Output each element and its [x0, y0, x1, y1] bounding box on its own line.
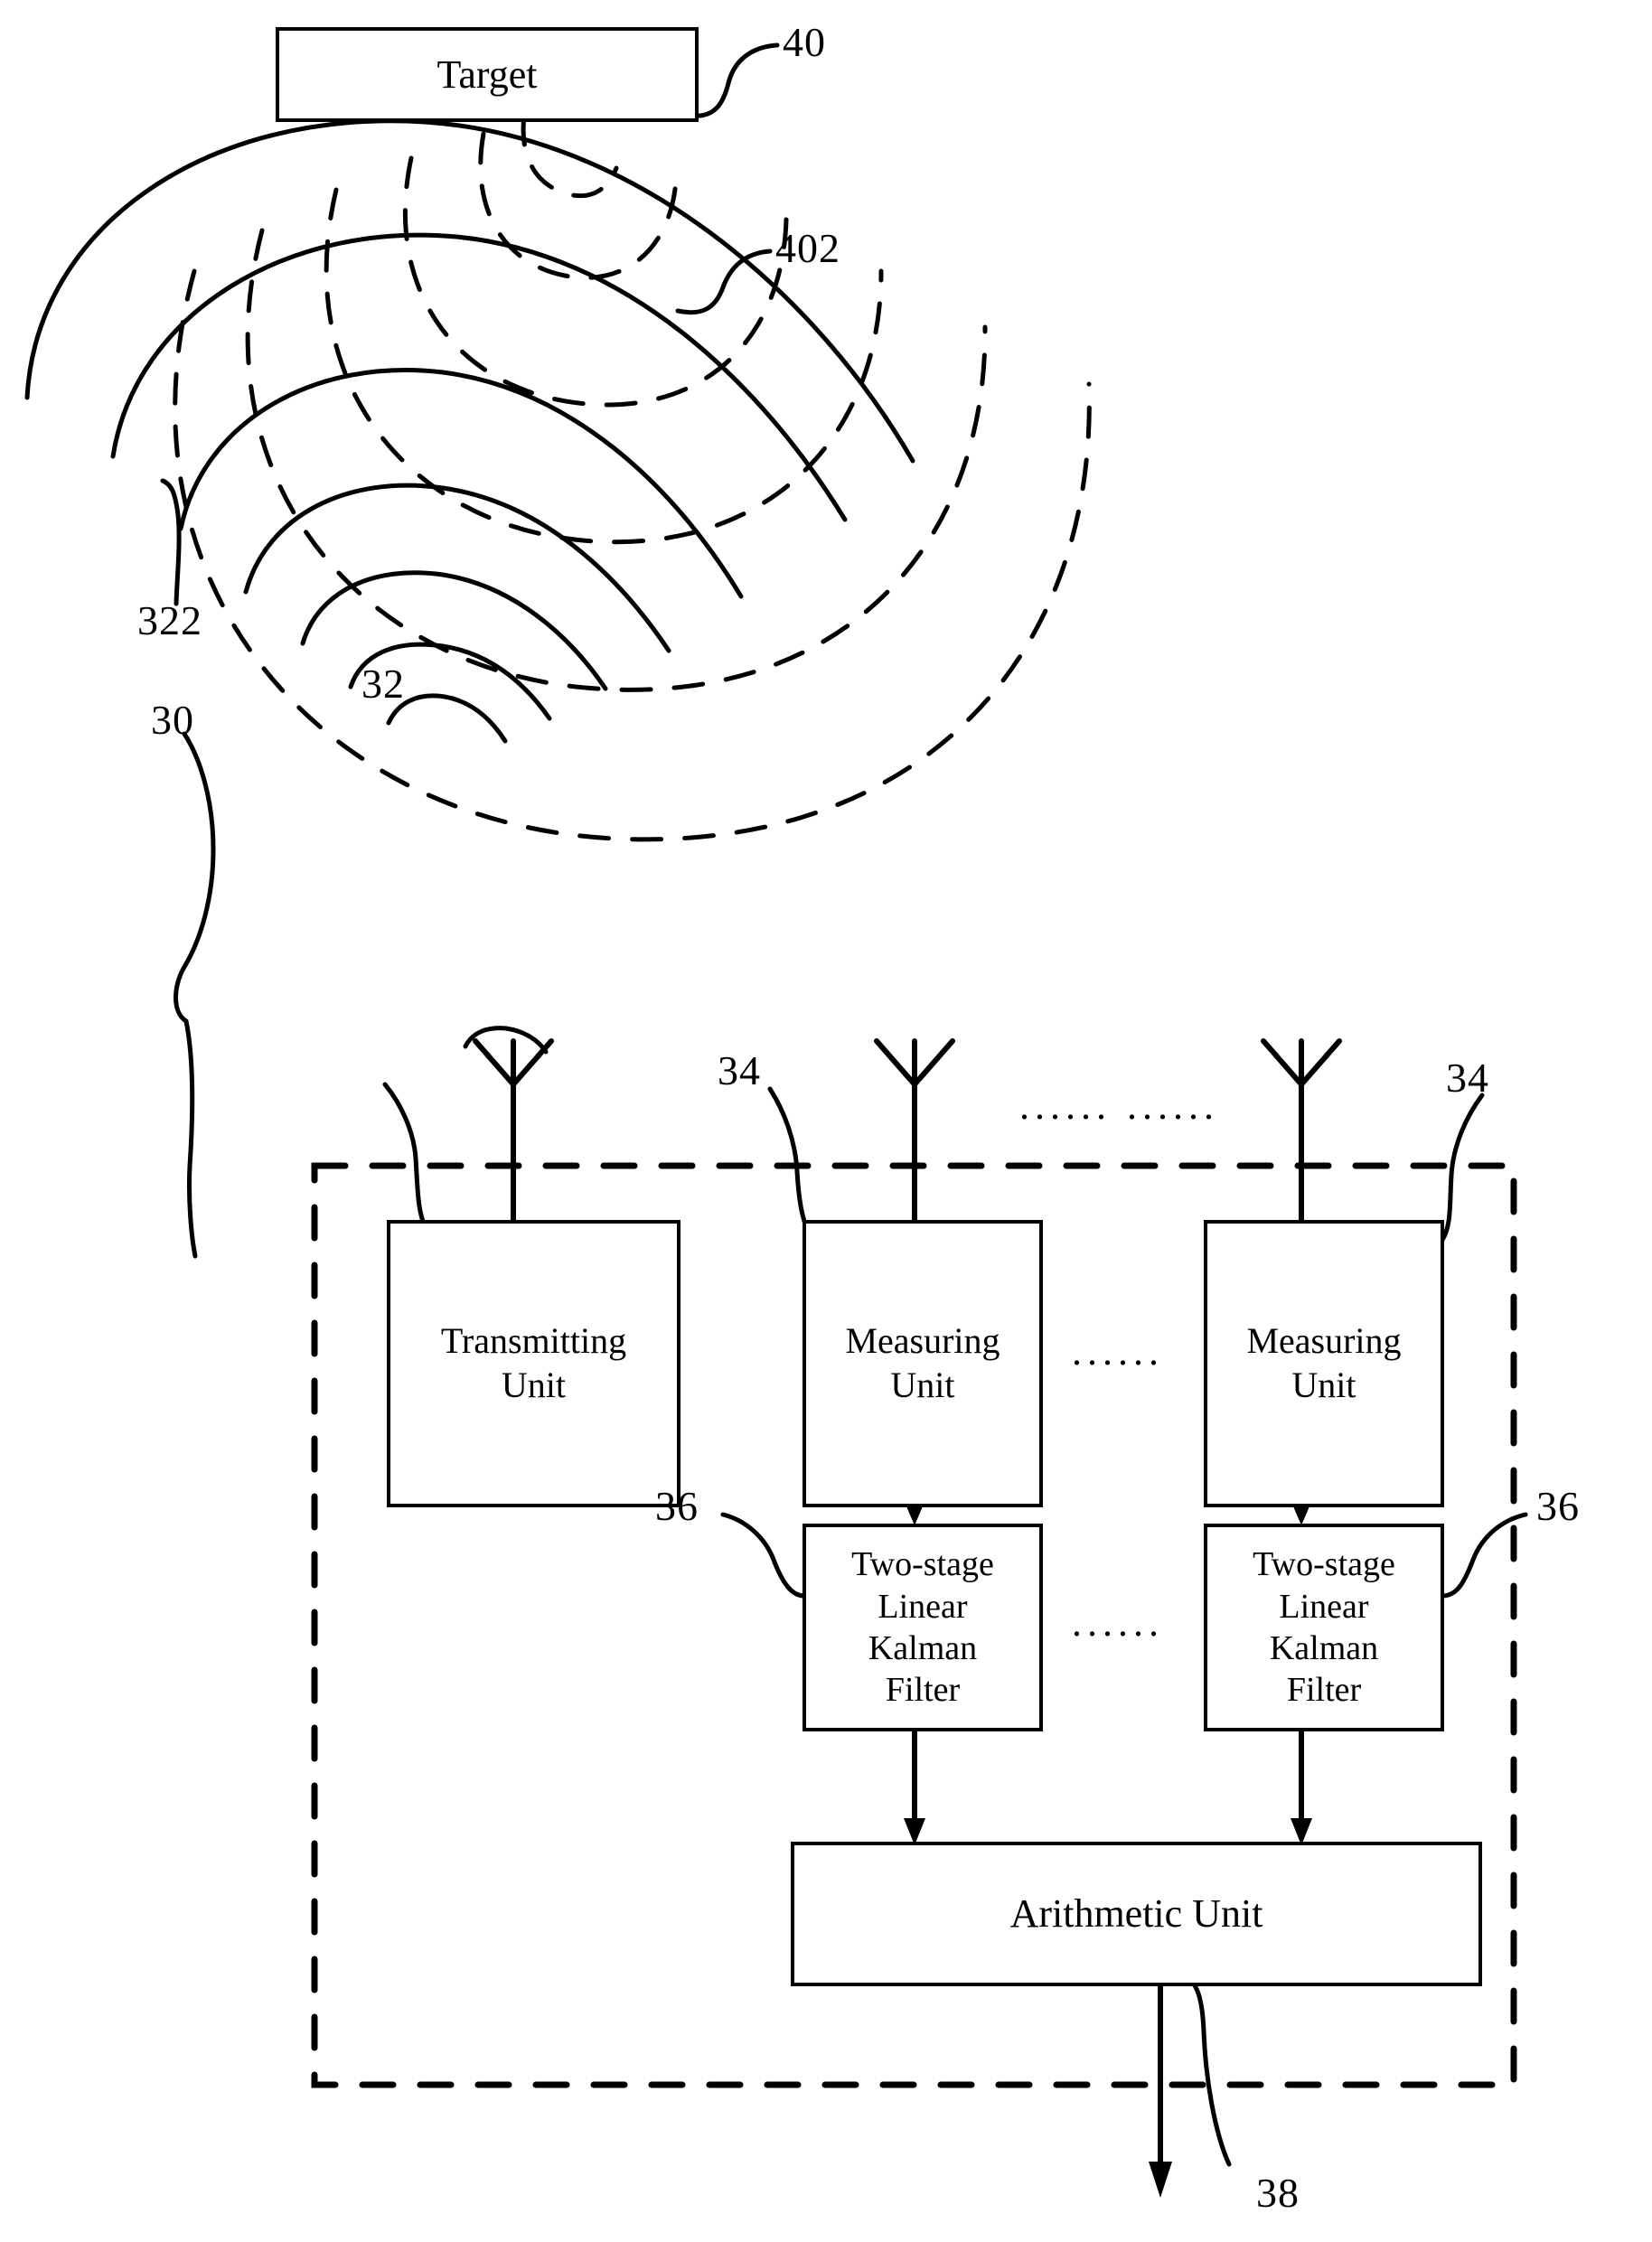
kalman-filter-1-label-line2: Linear — [878, 1587, 968, 1626]
refnum-36-left-text: 36 — [655, 1483, 699, 1529]
refnum-322-text: 322 — [137, 597, 202, 643]
refnum-30: 30 — [151, 696, 194, 744]
refnum-38-text: 38 — [1256, 2170, 1300, 2216]
refnum-34-right-text: 34 — [1446, 1055, 1489, 1101]
ellipsis-antenna-row: ...... ...... — [1019, 1083, 1219, 1129]
antenna-receive-n-icon — [1261, 1038, 1342, 1223]
leader-line-322 — [160, 478, 182, 606]
kalman-filter-1-label-line1: Two-stage — [851, 1545, 994, 1584]
refnum-402: 402 — [775, 224, 840, 272]
antenna-transmit-icon — [473, 1038, 554, 1223]
kalman-filter-n-label-line4: Filter — [1286, 1671, 1362, 1710]
transmitting-unit-box[interactable]: Transmitting Unit — [387, 1220, 681, 1507]
refnum-36-right: 36 — [1536, 1482, 1580, 1530]
kalman-filter-1-label-line3: Kalman — [868, 1629, 978, 1667]
leader-line-38 — [1176, 1975, 1232, 2167]
kalman-filter-n-label-line3: Kalman — [1269, 1629, 1379, 1667]
figure-canvas: Target Transmitting Unit Measuring Unit … — [0, 0, 1652, 2242]
refnum-36-right-text: 36 — [1536, 1483, 1580, 1529]
refnum-32: 32 — [361, 660, 405, 708]
refnum-30-text: 30 — [151, 697, 194, 743]
ellipsis-filter-row-text: ...... — [1072, 1600, 1164, 1645]
arrow-kfn-au — [1291, 1721, 1312, 1845]
ellipsis-unit-row-text: ...... — [1072, 1329, 1164, 1374]
refnum-34-left-text: 34 — [718, 1047, 761, 1093]
measuring-unit-1-box[interactable]: Measuring Unit — [803, 1220, 1043, 1507]
kalman-filter-1-box[interactable]: Two-stage Linear Kalman Filter — [803, 1524, 1043, 1731]
refnum-32-text: 32 — [361, 661, 405, 707]
kalman-filter-n-box[interactable]: Two-stage Linear Kalman Filter — [1204, 1524, 1444, 1731]
leader-line-30b — [183, 1018, 198, 1259]
leader-line-30 — [174, 731, 216, 1024]
target-box[interactable]: Target — [276, 27, 699, 122]
ellipsis-antenna-row-text: ...... ...... — [1019, 1083, 1219, 1128]
measuring-unit-1-label-line2: Unit — [890, 1365, 955, 1405]
antenna-receive-1-icon — [874, 1038, 955, 1223]
refnum-402-text: 402 — [775, 225, 840, 271]
refnum-40: 40 — [783, 18, 826, 66]
kalman-filter-1-label-line4: Filter — [885, 1671, 961, 1710]
kalman-filter-n-label-line1: Two-stage — [1253, 1545, 1395, 1584]
refnum-34-left: 34 — [718, 1046, 761, 1094]
reflected-wavefront-arcs — [173, 113, 1092, 842]
arrow-kf1-au — [904, 1721, 925, 1845]
measuring-unit-n-box[interactable]: Measuring Unit — [1204, 1220, 1444, 1507]
measuring-unit-1-label-line1: Measuring — [845, 1320, 1000, 1362]
target-box-label: Target — [436, 52, 538, 97]
ellipsis-filter-row: ...... — [1072, 1599, 1164, 1646]
transmitting-unit-label-line2: Unit — [501, 1365, 567, 1405]
leader-line-402 — [675, 249, 773, 315]
arithmetic-unit-label: Arithmetic Unit — [1009, 1891, 1263, 1937]
ellipsis-unit-row: ...... — [1072, 1328, 1164, 1374]
leader-line-36-left — [720, 1512, 807, 1599]
refnum-36-left: 36 — [655, 1482, 699, 1530]
leader-line-32 — [382, 1082, 427, 1228]
refnum-38: 38 — [1256, 2169, 1300, 2217]
arrow-au-output — [1149, 1976, 1172, 2198]
arithmetic-unit-box[interactable]: Arithmetic Unit — [791, 1842, 1482, 1986]
measuring-unit-n-label-line2: Unit — [1291, 1365, 1356, 1405]
refnum-34-right: 34 — [1446, 1054, 1489, 1102]
measuring-unit-n-label-line1: Measuring — [1246, 1320, 1402, 1362]
refnum-322: 322 — [137, 596, 202, 644]
leader-line-40 — [690, 42, 780, 118]
kalman-filter-n-label-line2: Linear — [1279, 1587, 1369, 1626]
refnum-40-text: 40 — [783, 19, 826, 65]
transmitting-unit-label-line1: Transmitting — [440, 1320, 627, 1362]
